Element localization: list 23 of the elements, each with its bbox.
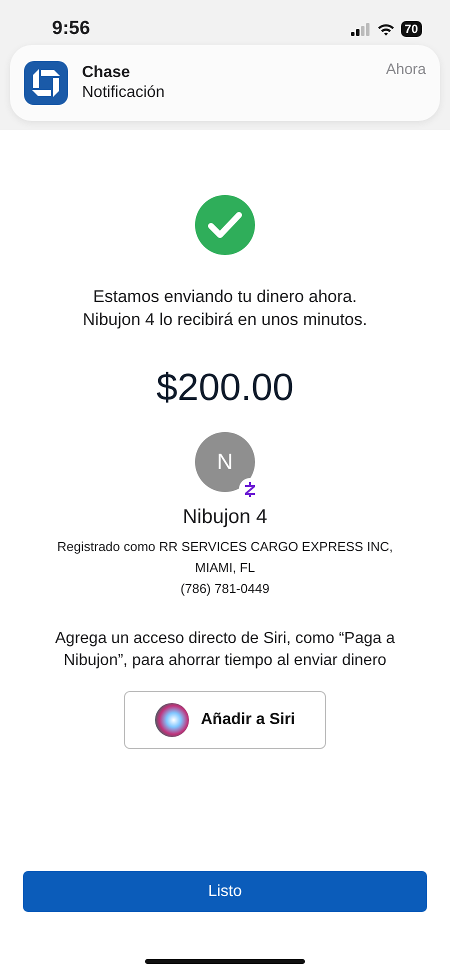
notification-app-name: Chase <box>82 64 132 82</box>
recipient-detail: Registrado como RR SERVICES CARGO EXPRESS INC, <box>57 538 393 556</box>
confirmation-message: Nibujon 4 lo recibirá en unos minutos. <box>82 309 368 331</box>
notification-time: Ahora <box>386 61 426 78</box>
battery-level: 70 <box>400 21 422 37</box>
payment-badge-icon <box>244 481 256 497</box>
siri-orb-icon <box>154 703 189 737</box>
amount: $200.00 <box>156 367 294 410</box>
recipient-detail: (786) 781-0449 <box>180 580 270 598</box>
add-to-siri-button[interactable]: Añadir a Siri <box>124 691 326 749</box>
recipient-detail: MIAMI, FL <box>194 559 256 577</box>
recipient-avatar: N <box>195 432 255 492</box>
signal-icon <box>350 22 371 36</box>
done-button[interactable]: Listo <box>23 871 427 912</box>
notification-banner[interactable]: Chase Notificación Ahora <box>10 45 440 121</box>
clock-time: 9:56 <box>52 18 90 40</box>
siri-shortcut-text: Agrega un acceso directo de Siri, como “Paga a Nibujon”, para ahorrar tiempo al enviar dinero <box>54 629 396 671</box>
notification-message: Notificación <box>82 84 166 102</box>
success-check-icon <box>195 195 255 255</box>
bank-app-icon <box>24 61 68 105</box>
wifi-icon <box>376 22 395 36</box>
confirmation-message: Estamos enviando tu dinero ahora. <box>92 286 358 308</box>
recipient-name: Nibujon 4 <box>182 506 268 529</box>
